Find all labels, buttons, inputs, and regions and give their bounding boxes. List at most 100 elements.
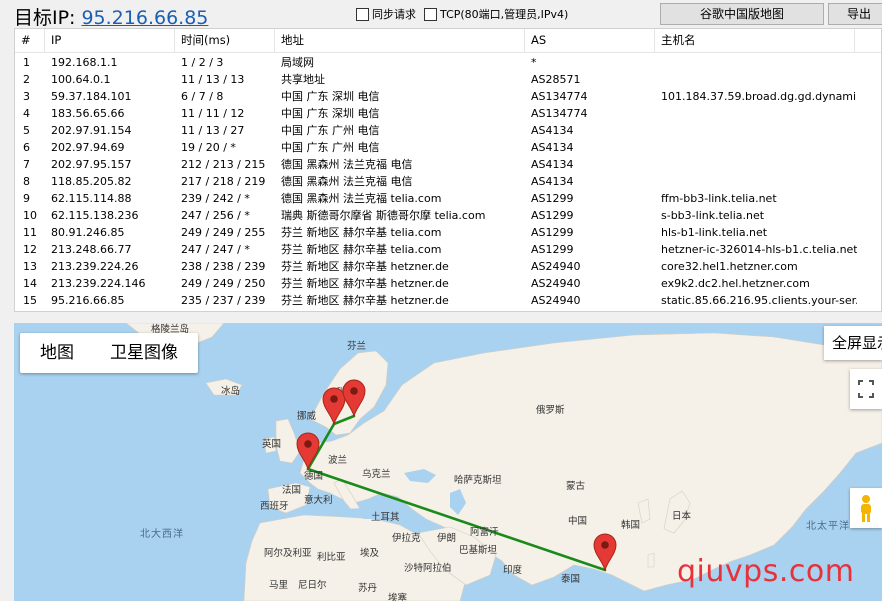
table-row[interactable]: 8 118.85.205.82 217 / 218 / 219 德国 黑森州 法兰克福… xyxy=(15,173,881,190)
cell-address: 德国 黑森州 法兰克福 telia.com xyxy=(281,192,442,205)
fullscreen-button[interactable]: 全屏显示 xyxy=(824,326,882,360)
sync-request-label: 同步请求 xyxy=(372,8,416,21)
table-row[interactable]: 5 202.97.91.154 11 / 13 / 27 中国 广东 广州 电信 AS4… xyxy=(15,122,881,139)
table-row[interactable]: 11 80.91.246.85 249 / 249 / 255 芬兰 新地区 赫尔辛基… xyxy=(15,224,881,241)
cell-time: 249 / 249 / 250 xyxy=(181,277,266,290)
expand-button[interactable] xyxy=(850,369,882,409)
map-label: 土耳其 xyxy=(371,511,400,523)
cell-as: AS1299 xyxy=(531,226,574,239)
map-label: 阿富汗 xyxy=(470,526,499,538)
cell-address: 芬兰 新地区 赫尔辛基 hetzner.de xyxy=(281,294,449,307)
map-label: 芬兰 xyxy=(347,340,366,352)
col-header-time[interactable]: 时间(ms) xyxy=(175,29,275,52)
map-label: 沙特阿拉伯 xyxy=(404,562,452,574)
satellite-tab[interactable]: 卫星图像 xyxy=(110,333,178,373)
cell-ip: 59.37.184.101 xyxy=(51,90,132,103)
sync-request-checkbox[interactable]: 同步请求 xyxy=(356,6,416,22)
street-view-button[interactable] xyxy=(850,488,882,528)
tcp-checkbox[interactable]: TCP(80端口,管理员,IPv4) xyxy=(424,6,568,22)
col-header-address[interactable]: 地址 xyxy=(275,29,525,52)
cell-ip: 213.239.224.146 xyxy=(51,277,146,290)
cell-hostname: static.85.66.216.95.clients.your-ser... xyxy=(661,294,857,307)
cell-time: 11 / 13 / 13 xyxy=(181,73,245,86)
table-row[interactable]: 7 202.97.95.157 212 / 213 / 215 德国 黑森州 法兰克福… xyxy=(15,156,881,173)
cell-ip: 202.97.95.157 xyxy=(51,158,132,171)
map-label: 韩国 xyxy=(621,519,640,531)
cell-as: * xyxy=(531,56,537,69)
cell-index: 6 xyxy=(23,141,30,154)
cell-as: AS24940 xyxy=(531,277,581,290)
cell-address: 芬兰 新地区 赫尔辛基 hetzner.de xyxy=(281,277,449,290)
cell-hostname xyxy=(661,173,857,190)
cell-index: 10 xyxy=(23,209,37,222)
cell-address: 瑞典 斯德哥尔摩省 斯德哥尔摩 telia.com xyxy=(281,209,486,222)
cell-hostname xyxy=(661,139,857,156)
table-row[interactable]: 10 62.115.138.236 247 / 256 / * 瑞典 斯德哥尔摩省 斯… xyxy=(15,207,881,224)
table-row[interactable]: 9 62.115.114.88 239 / 242 / * 德国 黑森州 法兰克福 t… xyxy=(15,190,881,207)
map-label: 乌克兰 xyxy=(362,468,391,480)
map-label: 尼日尔 xyxy=(298,579,327,591)
export-button[interactable]: 导出 xyxy=(828,3,882,25)
cell-as: AS4134 xyxy=(531,141,574,154)
table-row[interactable]: 4 183.56.65.66 11 / 11 / 12 中国 广东 深圳 电信 AS13… xyxy=(15,105,881,122)
map-label: 利比亚 xyxy=(317,551,346,563)
col-header-hostname[interactable]: 主机名 xyxy=(655,29,855,52)
cell-as: AS134774 xyxy=(531,90,588,103)
cell-ip: 62.115.138.236 xyxy=(51,209,139,222)
checkbox-box[interactable] xyxy=(424,7,437,21)
google-china-map-button[interactable]: 谷歌中国版地图 xyxy=(660,3,824,25)
cell-ip: 202.97.91.154 xyxy=(51,124,132,137)
table-row[interactable]: 15 95.216.66.85 235 / 237 / 239 芬兰 新地区 赫尔辛基… xyxy=(15,292,881,309)
cell-address: 局域网 xyxy=(281,56,314,69)
map-label: 波兰 xyxy=(328,454,347,466)
table-row[interactable]: 3 59.37.184.101 6 / 7 / 8 中国 广东 深圳 电信 AS1347… xyxy=(15,88,881,105)
map-label: 伊拉克 xyxy=(392,532,421,544)
cell-time: 6 / 7 / 8 xyxy=(181,90,224,103)
cell-hostname xyxy=(661,105,857,122)
map-label: 苏丹 xyxy=(358,582,377,594)
col-header-ip[interactable]: IP xyxy=(45,29,175,52)
map-label: 中国 xyxy=(568,515,587,527)
table-row[interactable]: 2 100.64.0.1 11 / 13 / 13 共享地址 AS28571 xyxy=(15,71,881,88)
cell-ip: 95.216.66.85 xyxy=(51,294,125,307)
table-row[interactable]: 12 213.248.66.77 247 / 247 / * 芬兰 新地区 赫尔辛基 … xyxy=(15,241,881,258)
checkbox-box[interactable] xyxy=(356,7,369,21)
table-row[interactable]: 1 192.168.1.1 1 / 2 / 3 局域网 * xyxy=(15,54,881,71)
cell-hostname: hetzner-ic-326014-hls-b1.c.telia.net xyxy=(661,243,857,256)
cell-address: 中国 广东 广州 电信 xyxy=(281,124,380,137)
cell-hostname: core32.hel1.hetzner.com xyxy=(661,260,798,273)
cell-hostname: ffm-bb3-link.telia.net xyxy=(661,192,777,205)
cell-ip: 202.97.94.69 xyxy=(51,141,125,154)
map-label: 埃及 xyxy=(360,547,380,559)
target-ip-link[interactable]: 95.216.66.85 xyxy=(81,7,208,29)
cell-address: 芬兰 新地区 赫尔辛基 telia.com xyxy=(281,226,442,239)
cell-time: 11 / 13 / 27 xyxy=(181,124,245,137)
trace-table: # IP 时间(ms) 地址 AS 主机名 1 192.168.1.1 1 / 2 … xyxy=(14,28,882,312)
cell-index: 12 xyxy=(23,243,37,256)
cell-ip: 213.239.224.26 xyxy=(51,260,139,273)
ocean-label: 北大西洋 xyxy=(140,527,184,540)
table-row[interactable]: 13 213.239.224.26 238 / 238 / 239 芬兰 新地区 赫尔… xyxy=(15,258,881,275)
map-label: 日本 xyxy=(672,510,692,522)
pegman-icon xyxy=(861,495,871,522)
map-label: 英国 xyxy=(262,438,281,450)
cell-as: AS1299 xyxy=(531,243,574,256)
cell-index: 4 xyxy=(23,107,30,120)
cell-as: AS134774 xyxy=(531,107,588,120)
cell-ip: 80.91.246.85 xyxy=(51,226,125,239)
map-tab[interactable]: 地图 xyxy=(40,333,74,373)
col-header-index[interactable]: # xyxy=(15,29,45,52)
cell-address: 德国 黑森州 法兰克福 电信 xyxy=(281,175,413,188)
cell-hostname xyxy=(661,54,857,71)
cell-time: 212 / 213 / 215 xyxy=(181,158,266,171)
cell-as: AS4134 xyxy=(531,175,574,188)
cell-hostname: 101.184.37.59.broad.dg.gd.dynami... xyxy=(661,90,857,103)
cell-as: AS1299 xyxy=(531,192,574,205)
cell-time: 238 / 238 / 239 xyxy=(181,260,266,273)
col-header-as[interactable]: AS xyxy=(525,29,655,52)
map-label: 法国 xyxy=(282,484,301,496)
table-row[interactable]: 14 213.239.224.146 249 / 249 / 250 芬兰 新地区 赫… xyxy=(15,275,881,292)
table-row[interactable]: 6 202.97.94.69 19 / 20 / * 中国 广东 广州 电信 AS413… xyxy=(15,139,881,156)
cell-time: 217 / 218 / 219 xyxy=(181,175,266,188)
map-label: 马里 xyxy=(269,580,288,591)
